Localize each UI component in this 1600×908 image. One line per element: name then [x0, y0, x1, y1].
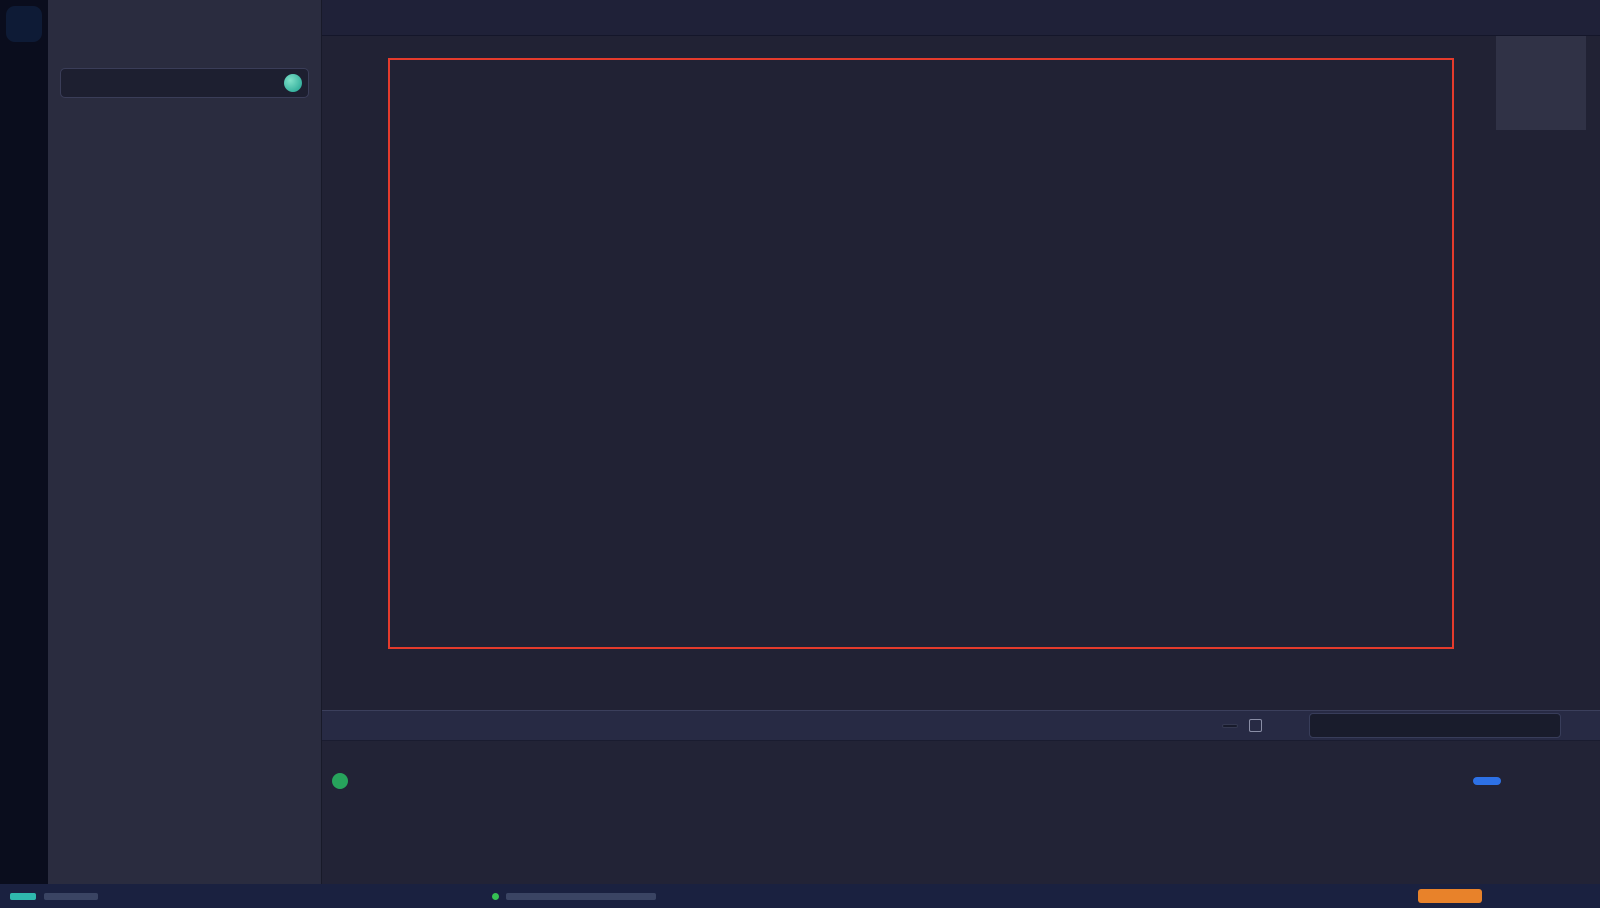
- minimap-viewport[interactable]: [1496, 36, 1586, 130]
- debug-button[interactable]: [1473, 777, 1501, 785]
- remix-ide: [0, 0, 1600, 908]
- remix-logo-icon: [12, 12, 36, 36]
- file-explorer-panel: [48, 0, 322, 884]
- status-left-text: [44, 893, 98, 900]
- sign-in-button[interactable]: [290, 43, 309, 56]
- tab-bar: [322, 0, 1600, 36]
- network-status-dot: [492, 893, 499, 900]
- collapse-terminal-icon[interactable]: [334, 719, 348, 733]
- success-check-icon: [332, 773, 348, 789]
- expand-transaction-icon[interactable]: [1510, 774, 1524, 788]
- transaction-log-entry[interactable]: [332, 773, 1600, 789]
- terminal-panel: [322, 710, 1600, 884]
- explorer-toolbar: [48, 108, 321, 118]
- icon-sidebar: [0, 0, 48, 884]
- chevron-right-icon[interactable]: [295, 11, 309, 25]
- status-bar: [0, 884, 1600, 908]
- terminal-header: [322, 711, 1600, 741]
- transaction-filter-input[interactable]: [1309, 713, 1561, 738]
- network-status-text: [506, 893, 656, 900]
- panel-header: [48, 0, 321, 36]
- annotation-box: [388, 58, 1454, 649]
- sign-in-icon: [290, 43, 303, 56]
- minimap[interactable]: [1496, 36, 1586, 710]
- terminal-log: [322, 741, 1600, 789]
- transaction-count-badge: [1222, 724, 1238, 728]
- check-icon: [271, 11, 285, 25]
- remix-logo[interactable]: [6, 6, 42, 42]
- workspace-status-icon: [284, 74, 302, 92]
- workspace-select[interactable]: [60, 68, 309, 98]
- editor-action-icons: [322, 0, 350, 35]
- terminal-search-icon[interactable]: [1284, 719, 1298, 733]
- code-editor[interactable]: [322, 36, 1600, 710]
- status-left-indicator: [10, 893, 36, 900]
- listen-checkbox[interactable]: [1249, 719, 1262, 732]
- clear-console-icon[interactable]: [1572, 718, 1588, 734]
- workspaces-row: [48, 36, 321, 62]
- workspaces-menu-icon[interactable]: [60, 43, 73, 56]
- status-badge[interactable]: [1418, 889, 1482, 903]
- overview-ruler: [1586, 36, 1600, 710]
